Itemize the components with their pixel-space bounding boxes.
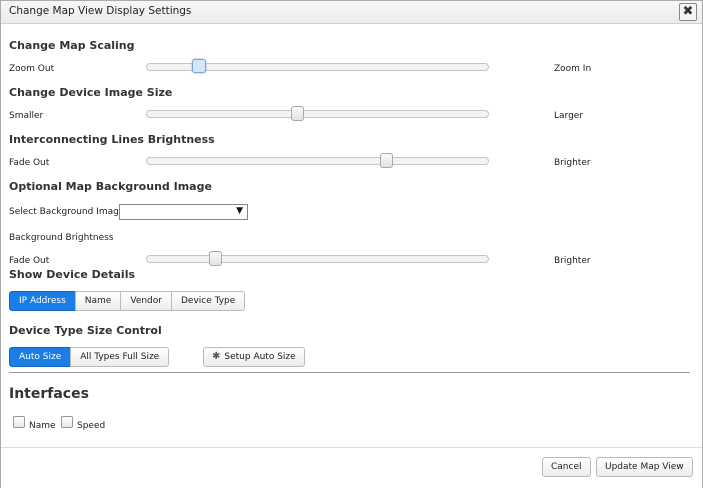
vendor-toggle[interactable]: Vendor [120,291,172,311]
scaling-slider-handle[interactable] [192,59,207,73]
all-types-full-size-toggle[interactable]: All Types Full Size [70,347,170,367]
background-fade-out-label: Fade Out [9,256,50,266]
cancel-button[interactable]: Cancel [542,457,591,477]
background-heading: Optional Map Background Image [9,180,212,193]
lines-fade-out-label: Fade Out [9,158,50,168]
device-image-slider[interactable] [146,106,489,121]
update-map-view-button[interactable]: Update Map View [596,457,693,477]
background-brightness-slider[interactable] [146,251,489,266]
background-brightness-slider-handle[interactable] [209,251,223,266]
background-brighter-label: Brighter [554,256,591,266]
auto-size-toggle[interactable]: Auto Size [9,347,72,367]
zoom-in-label: Zoom In [554,64,592,74]
ip-address-toggle[interactable]: IP Address [9,291,76,311]
gear-icon: ✱ [212,351,221,362]
size-control-heading: Device Type Size Control [9,324,162,337]
interfaces-heading: Interfaces [9,386,89,402]
dialog-titlebar[interactable]: Change Map View Display Settings ✖ [1,1,702,24]
device-type-toggle[interactable]: Device Type [170,291,246,311]
lines-slider[interactable] [146,153,489,168]
zoom-out-label: Zoom Out [9,64,55,74]
size-control-button-group: Auto Size All Types Full Size [9,347,170,367]
scaling-slider[interactable] [146,59,489,73]
name-toggle[interactable]: Name [74,291,122,311]
scaling-heading: Change Map Scaling [9,39,135,52]
interfaces-speed-label: Speed [77,421,106,431]
close-button[interactable]: ✖ [679,3,697,21]
device-image-slider-handle[interactable] [291,106,305,121]
setup-auto-size-button[interactable]: ✱ Setup Auto Size [203,347,305,367]
select-background-label: Select Background Image [9,207,125,217]
device-image-heading: Change Device Image Size [9,86,173,99]
setup-auto-size-label: Setup Auto Size [224,352,296,362]
interfaces-name-checkbox[interactable] [13,416,25,428]
interfaces-name-label: Name [29,421,56,431]
settings-dialog: Change Map View Display Settings ✖ Chang… [0,0,703,488]
interfaces-speed-checkbox[interactable] [61,416,73,428]
device-details-heading: Show Device Details [9,268,136,281]
lines-slider-handle[interactable] [379,153,393,168]
smaller-label: Smaller [9,111,44,121]
device-details-button-group: IP Address Name Vendor Device Type [9,291,246,311]
lines-brighter-label: Brighter [554,158,591,168]
background-brightness-label: Background Brightness [9,233,114,243]
larger-label: Larger [554,111,584,121]
section-divider [9,372,690,373]
dropdown-arrow-icon: ▼ [236,206,243,216]
dialog-title: Change Map View Display Settings [9,5,192,17]
lines-heading: Interconnecting Lines Brightness [9,133,215,146]
dialog-footer: Cancel Update Map View [1,447,702,488]
background-image-select[interactable]: ▼ [119,204,248,220]
